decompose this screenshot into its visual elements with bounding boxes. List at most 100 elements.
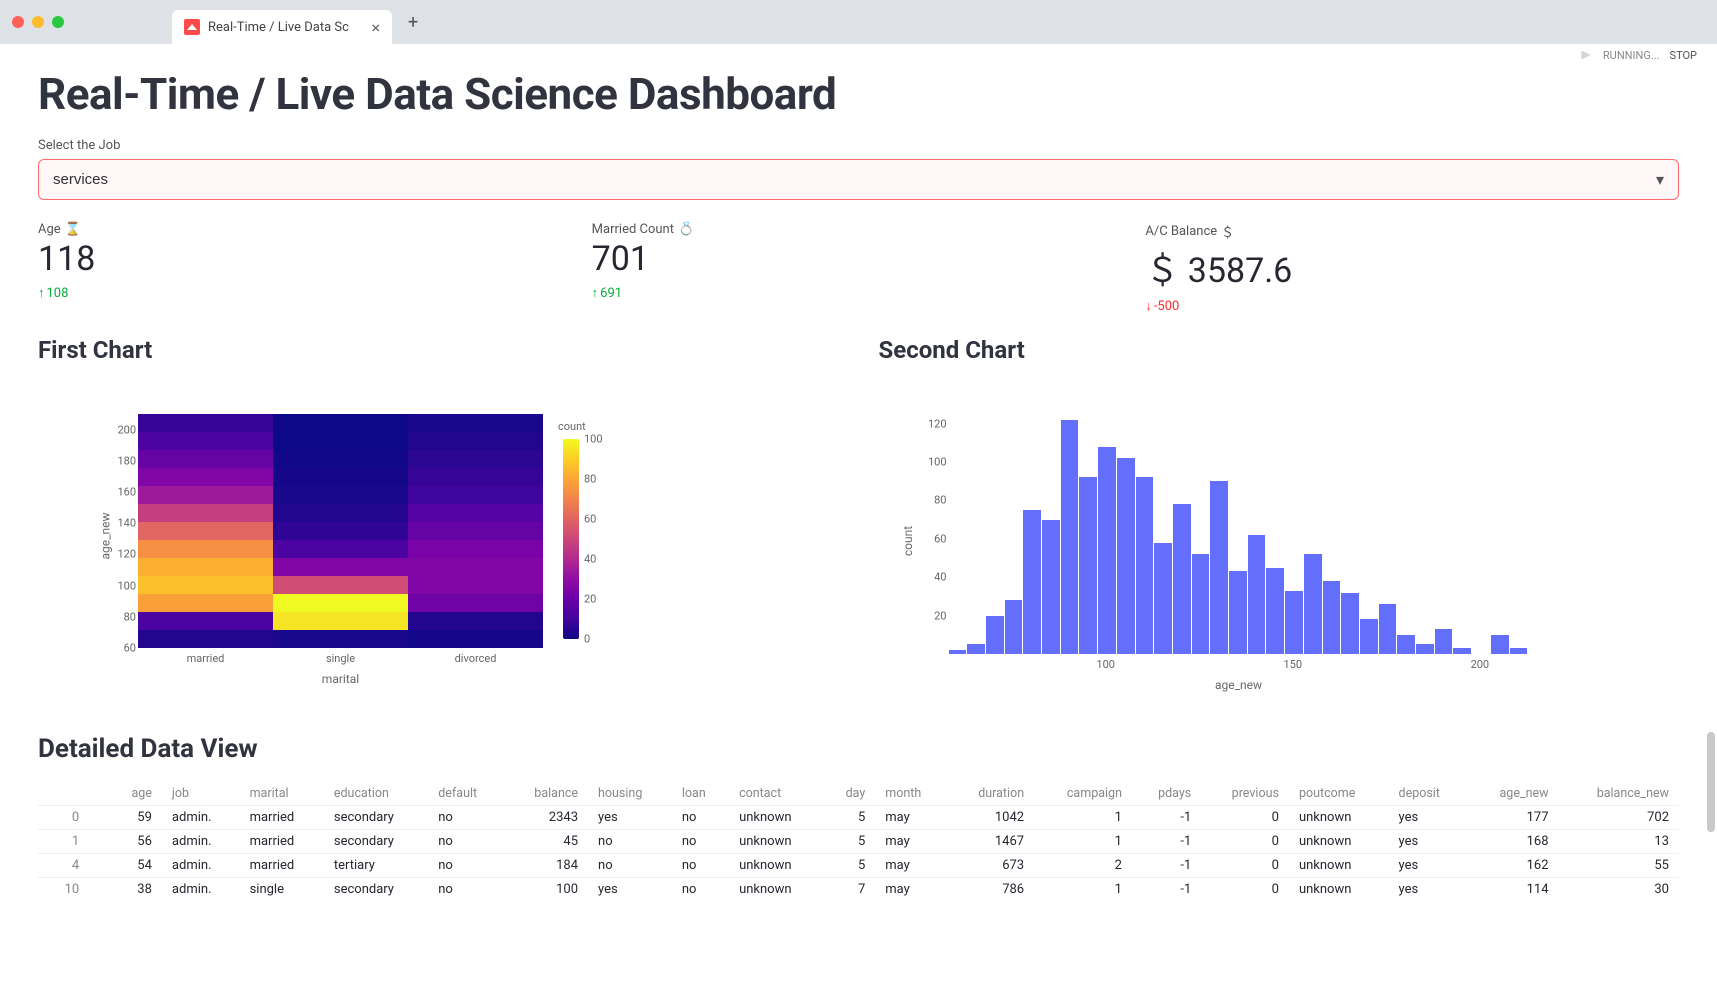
cell: unknown (1289, 878, 1389, 902)
cell: 0 (1201, 830, 1289, 854)
cell: married (240, 830, 324, 854)
cell: 1 (1034, 878, 1132, 902)
stop-button[interactable]: Stop (1670, 49, 1697, 62)
column-header[interactable]: age_new (1469, 782, 1559, 806)
cell: may (875, 806, 948, 830)
histogram-chart[interactable]: 20406080100120count100150200age_new (879, 384, 1680, 684)
column-header[interactable]: housing (588, 782, 672, 806)
metric-married: Married Count 💍 701 ↑ 691 (592, 222, 1126, 314)
column-header[interactable]: balance (505, 782, 588, 806)
cell: unknown (729, 878, 823, 902)
row-index: 4 (38, 854, 109, 878)
cell: unknown (1289, 830, 1389, 854)
cell: 1 (1034, 830, 1132, 854)
cell: -1 (1132, 806, 1201, 830)
metric-value: 118 (38, 239, 572, 279)
new-tab-button[interactable]: + (400, 12, 426, 33)
dollar-icon: ＄ (1221, 222, 1234, 241)
cell: 5 (824, 854, 876, 878)
job-select-input[interactable] (53, 171, 1656, 188)
cell: yes (588, 806, 672, 830)
close-tab-icon[interactable]: × (371, 18, 380, 37)
cell: married (240, 806, 324, 830)
column-header[interactable]: loan (672, 782, 729, 806)
cell: 54 (109, 854, 162, 878)
cell: no (428, 806, 505, 830)
cell: 168 (1469, 830, 1559, 854)
cell: -1 (1132, 830, 1201, 854)
cell: admin. (162, 830, 240, 854)
cell: no (428, 830, 505, 854)
column-header[interactable]: month (875, 782, 948, 806)
cell: admin. (162, 878, 240, 902)
heatmap-chart[interactable]: 6080100120140160180200age_newmarriedsing… (38, 384, 839, 684)
column-header[interactable]: poutcome (1289, 782, 1389, 806)
cell: secondary (324, 830, 428, 854)
cell: no (428, 878, 505, 902)
metric-label-text: Age (38, 222, 61, 237)
column-header[interactable]: default (428, 782, 505, 806)
minimize-window-icon[interactable] (32, 16, 44, 28)
cell: 114 (1469, 878, 1559, 902)
arrow-up-icon: ↑ (592, 285, 599, 301)
cell: yes (1389, 830, 1469, 854)
column-header[interactable]: previous (1201, 782, 1289, 806)
close-window-icon[interactable] (12, 16, 24, 28)
column-header[interactable]: campaign (1034, 782, 1132, 806)
arrow-up-icon: ↑ (38, 285, 45, 301)
cell: 56 (109, 830, 162, 854)
metric-age: Age ⌛ 118 ↑ 108 (38, 222, 572, 314)
cell: secondary (324, 806, 428, 830)
column-header[interactable]: deposit (1389, 782, 1469, 806)
row-index: 10 (38, 878, 109, 902)
cell: 702 (1559, 806, 1679, 830)
cell: 5 (824, 830, 876, 854)
column-header[interactable]: pdays (1132, 782, 1201, 806)
column-header[interactable]: job (162, 782, 240, 806)
table-row[interactable]: 156admin.marriedsecondaryno45nonounknown… (38, 830, 1679, 854)
browser-tab-bar: Real-Time / Live Data Sc × + (0, 0, 1717, 44)
arrow-down-icon: ↓ (1145, 298, 1152, 314)
data-table[interactable]: agejobmaritaleducationdefaultbalancehous… (38, 782, 1679, 901)
cell: no (588, 854, 672, 878)
column-header[interactable]: duration (948, 782, 1034, 806)
column-header[interactable]: age (109, 782, 162, 806)
cell: 45 (505, 830, 588, 854)
table-row[interactable]: 059admin.marriedsecondaryno2343yesnounkn… (38, 806, 1679, 830)
column-header[interactable]: day (824, 782, 876, 806)
table-row[interactable]: 1038admin.singlesecondaryno100yesnounkno… (38, 878, 1679, 902)
cell: 786 (948, 878, 1034, 902)
column-header[interactable]: marital (240, 782, 324, 806)
scrollbar[interactable] (1707, 732, 1715, 832)
table-row[interactable]: 454admin.marriedtertiaryno184nonounknown… (38, 854, 1679, 878)
cell: no (672, 854, 729, 878)
cell: -1 (1132, 854, 1201, 878)
cell: yes (1389, 854, 1469, 878)
column-header[interactable]: balance_new (1559, 782, 1679, 806)
cell: -1 (1132, 878, 1201, 902)
cell: 13 (1559, 830, 1679, 854)
ring-icon: 💍 (678, 222, 694, 237)
cell: 1042 (948, 806, 1034, 830)
cell: no (672, 830, 729, 854)
cell: unknown (1289, 806, 1389, 830)
column-header[interactable]: contact (729, 782, 823, 806)
browser-tab[interactable]: Real-Time / Live Data Sc × (172, 10, 392, 44)
chart-title-first: First Chart (38, 336, 839, 364)
column-header[interactable]: education (324, 782, 428, 806)
maximize-window-icon[interactable] (52, 16, 64, 28)
cell: 673 (948, 854, 1034, 878)
metric-label-text: Married Count (592, 222, 674, 237)
cell: no (588, 830, 672, 854)
running-icon (1579, 48, 1593, 62)
streamlit-favicon-icon (184, 19, 200, 35)
cell: yes (588, 878, 672, 902)
chart-title-second: Second Chart (879, 336, 1680, 364)
cell: secondary (324, 878, 428, 902)
cell: may (875, 830, 948, 854)
cell: 100 (505, 878, 588, 902)
metric-delta: ↓ -500 (1145, 298, 1679, 314)
cell: 5 (824, 806, 876, 830)
job-select[interactable]: ▾ (38, 159, 1679, 200)
tab-title: Real-Time / Live Data Sc (208, 20, 349, 35)
